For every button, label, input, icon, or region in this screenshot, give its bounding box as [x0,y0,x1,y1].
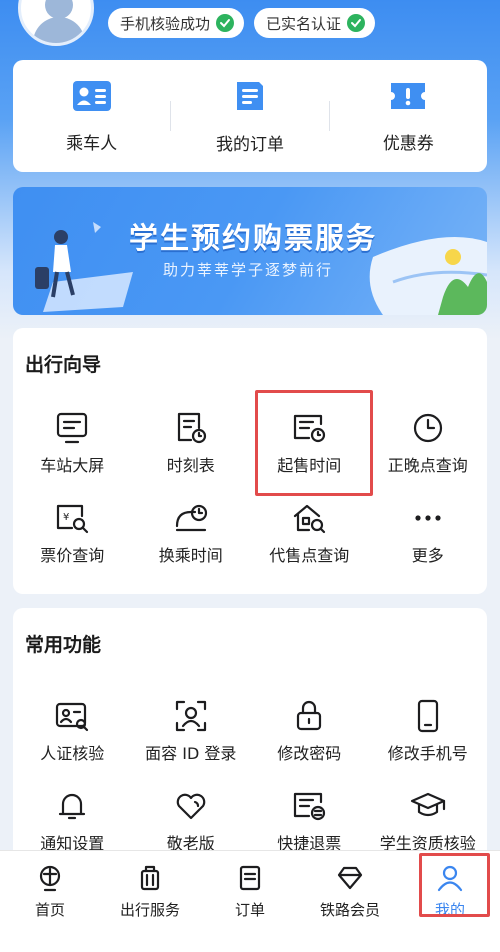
fare-query-button[interactable]: ¥ 票价查询 [13,486,132,576]
tab-travel-service-label: 出行服务 [119,901,180,919]
order-list-icon [239,865,261,891]
common-functions-card: 常用功能 人证核验 面容 ID 登录 修改密码 修改手机号 通知设置 敬老版 快… [13,608,487,868]
more-label: 更多 [411,546,444,565]
diamond-icon [337,866,363,890]
transfer-time-button[interactable]: 换乘时间 [132,486,251,576]
luggage-icon [140,865,160,891]
tab-mine-highlight-box [419,853,490,917]
tab-orders-label: 订单 [234,901,265,919]
id-verify-label: 人证核验 [40,744,105,763]
id-verify-button[interactable]: 人证核验 [13,684,132,774]
change-password-button[interactable]: 修改密码 [250,684,369,774]
coupon-icon [387,79,429,117]
sale-time-button[interactable]: 起售时间 [250,396,369,486]
face-id-login-label: 面容 ID 登录 [145,744,237,763]
phone-verified-badge: 手机核验成功 [108,8,245,38]
banner-subtitle: 助力莘莘学子逐梦前行 [163,261,334,279]
passenger-icon [71,79,113,117]
change-password-label: 修改密码 [277,744,342,763]
student-ticket-banner[interactable]: 学生预约购票服务 助力莘莘学子逐梦前行 [13,187,487,315]
travel-guide-title: 出行向导 [25,354,102,376]
timetable-label: 时刻表 [166,456,215,475]
avatar[interactable] [18,0,94,46]
station-screen-icon [57,412,88,444]
delay-query-label: 正晚点查询 [387,456,468,475]
phone-icon [417,699,438,733]
coupon-button[interactable]: 优惠券 [330,79,487,154]
profile-header: 手机核验成功 已实名认证 [0,0,500,50]
travel-guide-grid: 车站大屏 时刻表 起售时间 正晚点查询 ¥ 票价查询 换乘时间 代售点查询 更多 [13,396,487,576]
face-id-icon [175,700,206,732]
common-functions-grid: 人证核验 面容 ID 登录 修改密码 修改手机号 通知设置 敬老版 快捷退票 学… [13,684,487,864]
more-icon [415,515,441,521]
travel-guide-card: 出行向导 车站大屏 时刻表 起售时间 正晚点查询 ¥ 票价查询 换乘时间 代售点… [13,328,487,594]
tab-home[interactable]: 首页 [0,851,100,952]
timetable-icon [177,412,206,444]
quick-actions-card: 乘车人 我的订单 优惠券 [13,60,487,172]
tab-travel-service[interactable]: 出行服务 [100,851,200,952]
banner-title: 学生预约购票服务 [129,221,378,255]
more-button[interactable]: 更多 [369,486,488,576]
realname-verified-badge: 已实名认证 [254,8,376,38]
delay-query-button[interactable]: 正晚点查询 [369,396,488,486]
coupon-label: 优惠券 [382,133,434,154]
railway-logo-icon [39,865,61,892]
passenger-button[interactable]: 乘车人 [13,79,170,154]
heart-icon [176,793,206,820]
tab-home-label: 首页 [34,901,65,919]
sale-time-icon [294,414,326,443]
station-screen-button[interactable]: 车站大屏 [13,396,132,486]
id-verify-icon [56,702,89,732]
check-icon [216,14,235,32]
lock-icon [297,700,322,731]
tab-railway-member[interactable]: 铁路会员 [300,851,400,952]
timetable-button[interactable]: 时刻表 [132,396,251,486]
common-functions-title: 常用功能 [25,634,102,656]
clock-icon [413,413,442,443]
my-orders-button[interactable]: 我的订单 [171,78,328,155]
agency-query-button[interactable]: 代售点查询 [250,486,369,576]
bell-icon [59,793,86,820]
passenger-label: 乘车人 [66,133,118,154]
phone-verified-label: 手机核验成功 [120,14,211,33]
check-icon [347,14,366,32]
transfer-time-label: 换乘时间 [158,546,223,565]
fare-query-label: 票价查询 [40,546,105,565]
tab-orders[interactable]: 订单 [200,851,300,952]
order-icon [233,78,267,118]
transfer-time-icon [175,504,207,532]
realname-verified-label: 已实名认证 [266,14,342,33]
change-phone-label: 修改手机号 [387,744,468,763]
graduation-cap-icon [410,792,445,817]
fare-query-icon: ¥ [57,504,89,534]
station-screen-label: 车站大屏 [40,456,105,475]
agency-query-label: 代售点查询 [269,546,350,565]
face-id-login-button[interactable]: 面容 ID 登录 [132,684,251,774]
refund-icon [294,792,326,821]
my-orders-label: 我的订单 [215,134,284,155]
change-phone-button[interactable]: 修改手机号 [369,684,488,774]
agency-query-icon [294,504,326,534]
tab-railway-member-label: 铁路会员 [319,901,380,919]
sale-time-label: 起售时间 [277,456,342,475]
svg-text:¥: ¥ [63,512,69,523]
